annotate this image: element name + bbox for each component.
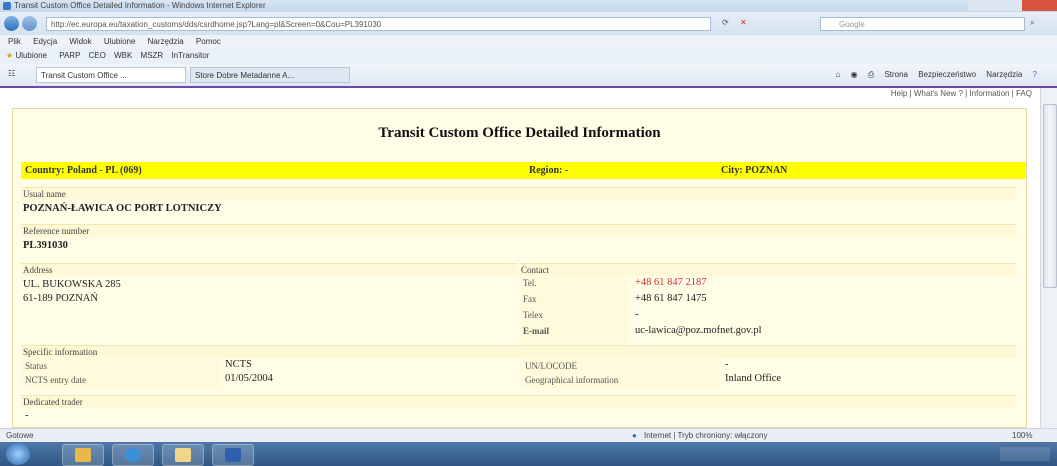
refresh-icon[interactable]: ⟳	[722, 18, 729, 27]
taskbar-word-button[interactable]	[212, 444, 254, 466]
telex-value: -	[635, 309, 639, 320]
help-links[interactable]: Help | What's New ? | Information | FAQ	[891, 89, 1032, 98]
word-icon	[225, 448, 241, 462]
fax-label: Fax	[523, 294, 537, 304]
favorites-button[interactable]: Ulubione	[15, 51, 47, 60]
reference-value: PL391030	[23, 240, 68, 251]
status-bar: Gotowe ● Internet | Tryb chroniony: włąc…	[0, 428, 1057, 443]
menu-item-tools[interactable]: Narzędzia	[148, 37, 184, 46]
detail-panel: Transit Custom Office Detailed Informati…	[12, 108, 1027, 428]
command-tools: ⌂ ◉ ⎙ Strona Bezpieczeństwo Narzędzia ?	[836, 67, 1038, 83]
favorite-link-ceo[interactable]: CEO	[89, 51, 106, 60]
tel-label: Tel.	[523, 278, 537, 288]
vertical-scrollbar[interactable]	[1040, 88, 1057, 428]
address-label: Address	[21, 263, 517, 276]
search-icon[interactable]: ⌕	[1030, 17, 1035, 28]
favorite-link-parp[interactable]: PARP	[59, 51, 80, 60]
status-label: Status	[25, 361, 48, 371]
unlocode-label: UN/LOCODE	[525, 361, 577, 371]
ncts-date-label: NCTS entry date	[25, 375, 86, 385]
address-input[interactable]: http://ec.europa.eu/taxation_customs/dds…	[46, 17, 711, 31]
menu-item-file[interactable]: Plik	[8, 37, 21, 46]
page-title: Transit Custom Office Detailed Informati…	[378, 125, 661, 141]
search-input[interactable]: Google	[820, 17, 1025, 31]
address-bar-row: http://ec.europa.eu/taxation_customs/dds…	[0, 12, 1057, 35]
reference-label: Reference number	[21, 224, 1016, 237]
ie-icon	[125, 448, 141, 462]
usual-name-label: Usual name	[21, 187, 1016, 200]
home-icon[interactable]: ⌂	[836, 70, 841, 79]
fax-value: +48 61 847 1475	[635, 293, 707, 304]
page-content: Help | What's New ? | Information | FAQ …	[0, 88, 1040, 428]
favorites-bar: ★ Ulubione PARP CEO WBK MSZR InTransitor	[0, 48, 1057, 64]
close-button[interactable]	[1022, 0, 1057, 11]
stop-icon[interactable]: ✕	[740, 18, 747, 27]
star-icon: ★	[6, 51, 14, 60]
unlocode-value: -	[725, 359, 729, 370]
status-text: Gotowe	[6, 431, 34, 440]
start-button[interactable]	[6, 443, 30, 465]
contact-label: Contact	[519, 263, 1016, 276]
command-tools-menu[interactable]: Narzędzia	[986, 70, 1022, 79]
print-icon[interactable]: ⎙	[868, 70, 874, 79]
zoom-level[interactable]: 100%	[1012, 429, 1032, 443]
forward-arrow-icon[interactable]	[22, 16, 37, 31]
address-line-1: UL. BUKOWSKA 285	[23, 279, 121, 290]
help-icon[interactable]: ?	[1033, 70, 1037, 79]
folder-icon	[175, 448, 191, 462]
ncts-date-value: 01/05/2004	[225, 373, 273, 384]
geo-value: Inland Office	[725, 373, 782, 384]
taskbar-files-button[interactable]	[162, 444, 204, 466]
menu-item-help[interactable]: Pomoc	[196, 37, 221, 46]
feeds-icon[interactable]: ◉	[851, 70, 858, 79]
menu-item-edit[interactable]: Edycja	[33, 37, 57, 46]
command-page[interactable]: Strona	[884, 70, 908, 79]
tab-store-dobre[interactable]: Store Dobre Metadanne A...	[190, 67, 350, 83]
maximize-button[interactable]	[996, 0, 1022, 11]
menu-item-view[interactable]: Widok	[69, 37, 91, 46]
window-title-bar: Transit Custom Office Detailed Informati…	[0, 0, 1057, 12]
ie-icon	[3, 2, 11, 10]
usual-name-value: POZNAŃ-ŁAWICA OC PORT LOTNICZY	[23, 203, 222, 214]
status-value: NCTS	[225, 359, 252, 370]
city-value: City: POZNAN	[721, 165, 788, 176]
telex-label: Telex	[523, 310, 543, 320]
specific-info-label: Specific information	[21, 345, 1016, 358]
minimize-button[interactable]	[968, 0, 996, 11]
address-line-2: 61-189 POZNAŃ	[23, 293, 98, 304]
menu-bar: Plik Edycja Widok Ulubione Narzędzia Pom…	[0, 35, 1057, 48]
globe-icon: ●	[632, 431, 637, 440]
favorite-link-wbk[interactable]: WBK	[114, 51, 132, 60]
clock[interactable]	[1000, 447, 1050, 461]
back-arrow-icon[interactable]	[4, 16, 19, 31]
tab-transit-office[interactable]: Transit Custom Office ...	[36, 67, 186, 83]
email-value: uc-lawica@poz.mofnet.gov.pl	[635, 325, 762, 336]
dedicated-trader-label: Dedicated trader	[21, 395, 1016, 408]
geo-label: Geographical information	[525, 375, 619, 385]
favorite-link-mszr[interactable]: MSZR	[141, 51, 164, 60]
taskbar-explorer-button[interactable]	[62, 444, 104, 466]
email-label: E-mail	[523, 326, 549, 336]
location-bar: Country: Poland - PL (069) Region: - Cit…	[21, 162, 1026, 179]
country-value: Country: Poland - PL (069)	[25, 165, 142, 176]
tel-value: +48 61 847 2187	[635, 277, 707, 288]
command-safety[interactable]: Bezpieczeństwo	[918, 70, 976, 79]
windows-taskbar	[0, 442, 1057, 466]
folder-icon	[75, 448, 91, 462]
region-value: Region: -	[529, 165, 569, 176]
security-zone: Internet | Tryb chroniony: włączony	[644, 431, 768, 440]
menu-item-favorites[interactable]: Ulubione	[104, 37, 136, 46]
taskbar-ie-button[interactable]	[112, 444, 154, 466]
tab-list-icon[interactable]: ☷	[8, 69, 15, 78]
favorite-link-intransitor[interactable]: InTransitor	[171, 51, 209, 60]
scrollbar-thumb[interactable]	[1043, 104, 1057, 288]
tab-command-bar: ☷ Transit Custom Office ... Store Dobre …	[0, 64, 1057, 88]
dedicated-trader-value: -	[25, 410, 29, 421]
window-title: Transit Custom Office Detailed Informati…	[14, 1, 266, 10]
